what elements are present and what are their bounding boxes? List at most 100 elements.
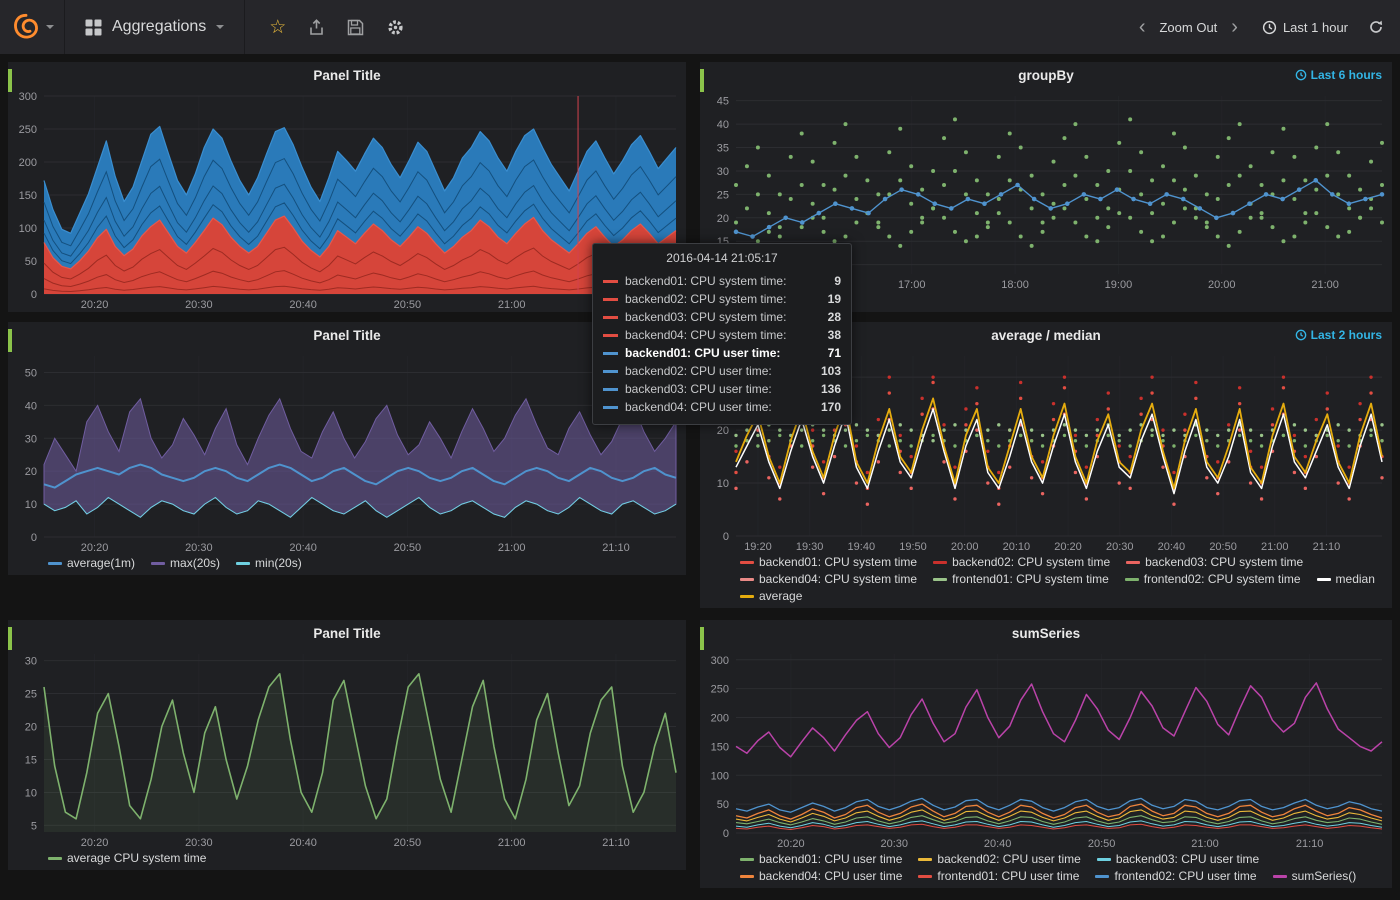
grafana-flame-icon (11, 12, 41, 42)
tooltip-row: backend03: CPU user time:136 (603, 380, 841, 398)
legend-item[interactable]: backend01: CPU user time (740, 852, 902, 866)
tooltip-row: backend04: CPU user time:170 (603, 398, 841, 416)
svg-text:19:30: 19:30 (796, 541, 824, 553)
time-controls: ‹ Zoom Out › Last 1 hour (1137, 17, 1400, 37)
legend-item[interactable]: average (740, 589, 802, 603)
legend-item[interactable]: backend02: CPU user time (918, 852, 1080, 866)
svg-text:20:20: 20:20 (777, 838, 805, 850)
svg-text:150: 150 (19, 190, 37, 202)
legend-item[interactable]: frontend01: CPU user time (918, 869, 1079, 883)
svg-text:21:00: 21:00 (1311, 279, 1339, 291)
refresh-icon (1368, 19, 1384, 35)
grafana-logo[interactable] (0, 0, 65, 54)
svg-text:20: 20 (717, 213, 729, 225)
legend-item[interactable]: backend01: CPU system time (740, 555, 917, 569)
legend-item[interactable]: frontend02: CPU user time (1095, 869, 1256, 883)
svg-text:20:00: 20:00 (951, 541, 979, 553)
share-button[interactable] (308, 19, 325, 36)
time-shift-back-button[interactable]: ‹ (1137, 17, 1148, 37)
chart-svg: 5101520253020:2020:3020:4020:5021:0021:1… (8, 646, 686, 850)
legend-item[interactable]: backend04: CPU user time (740, 869, 902, 883)
legend-item[interactable]: sumSeries() (1273, 869, 1357, 883)
time-range-label: Last 1 hour (1283, 20, 1348, 35)
svg-text:21:10: 21:10 (1313, 541, 1341, 553)
time-range-picker[interactable]: Last 1 hour (1262, 20, 1348, 35)
refresh-button[interactable] (1368, 19, 1384, 35)
series-color-dash (603, 298, 618, 301)
svg-text:20:20: 20:20 (81, 299, 109, 311)
svg-text:250: 250 (711, 684, 729, 696)
series-color-dash (603, 316, 618, 319)
graph-canvas-stacked-cpu[interactable]: 05010015020025030020:2020:3020:4020:5021… (8, 88, 686, 312)
legend-item[interactable]: average(1m) (48, 556, 135, 570)
panel-time-override-badge[interactable]: Last 6 hours (1295, 68, 1382, 82)
graph-canvas-sumseries[interactable]: 05010015020025030020:2020:3020:4020:5021… (700, 646, 1392, 851)
panel-title[interactable]: sumSeries (1012, 626, 1080, 641)
svg-text:20:40: 20:40 (289, 837, 317, 849)
panel-title[interactable]: groupBy (1018, 68, 1074, 83)
star-icon: ☆ (269, 18, 286, 37)
svg-text:35: 35 (717, 143, 729, 155)
svg-text:0: 0 (723, 531, 729, 543)
clock-icon (1295, 329, 1307, 341)
panel-time-override-badge[interactable]: Last 2 hours (1295, 328, 1382, 342)
svg-text:20:30: 20:30 (185, 299, 213, 311)
legend-item[interactable]: min(20s) (236, 556, 302, 570)
tooltip-series-label: backend04: CPU user time: (625, 398, 808, 416)
svg-text:150: 150 (711, 741, 729, 753)
panel-legend: backend01: CPU user time backend02: CPU u… (700, 851, 1392, 888)
svg-text:21:00: 21:00 (498, 542, 526, 554)
legend-item[interactable]: frontend01: CPU system time (933, 572, 1109, 586)
legend-item[interactable]: frontend02: CPU system time (1125, 572, 1301, 586)
graph-canvas-avg-cpu[interactable]: 5101520253020:2020:3020:4020:5021:0021:1… (8, 646, 686, 850)
svg-text:20:40: 20:40 (289, 299, 317, 311)
legend-item[interactable]: average CPU system time (48, 851, 206, 865)
graph-canvas-avg-max-min[interactable]: 0102030405020:2020:3020:4020:5021:0021:1… (8, 348, 686, 555)
svg-text:21:10: 21:10 (602, 542, 630, 554)
legend-series-label: sumSeries() (1292, 869, 1357, 883)
star-button[interactable]: ☆ (269, 18, 286, 37)
panel-header: Panel Title (8, 322, 686, 348)
clock-icon (1262, 20, 1277, 35)
time-shift-forward-button[interactable]: › (1229, 17, 1240, 37)
legend-series-label: min(20s) (255, 556, 302, 570)
dashboard-picker[interactable]: Aggregations (65, 0, 245, 54)
panel-title[interactable]: average / median (991, 328, 1101, 343)
legend-series-label: backend01: CPU user time (759, 852, 902, 866)
legend-series-label: backend03: CPU user time (1116, 852, 1259, 866)
panel-header: groupBy Last 6 hours (700, 62, 1392, 88)
legend-series-swatch (740, 595, 754, 598)
svg-text:200: 200 (711, 713, 729, 725)
legend-item[interactable]: backend03: CPU system time (1126, 555, 1303, 569)
zoom-out-button[interactable]: Zoom Out (1159, 20, 1217, 35)
dashboard-caret-icon (216, 25, 224, 33)
tooltip-series-label: backend01: CPU user time: (625, 344, 808, 362)
legend-item[interactable]: median (1317, 572, 1375, 586)
panel-title[interactable]: Panel Title (313, 328, 380, 343)
svg-text:18:00: 18:00 (1001, 279, 1029, 291)
svg-text:20:40: 20:40 (984, 838, 1012, 850)
legend-item[interactable]: backend02: CPU system time (933, 555, 1110, 569)
legend-item[interactable]: backend03: CPU user time (1097, 852, 1259, 866)
panel-title[interactable]: Panel Title (313, 68, 380, 83)
svg-text:200: 200 (19, 157, 37, 169)
series-color-dash (603, 280, 618, 283)
save-button[interactable] (347, 19, 364, 36)
tooltip-series-label: backend04: CPU system time: (625, 326, 808, 344)
chart-svg: 05010015020025030020:2020:3020:4020:5021… (700, 646, 1392, 851)
panel-title[interactable]: Panel Title (313, 626, 380, 641)
legend-item[interactable]: backend04: CPU system time (740, 572, 917, 586)
svg-text:30: 30 (25, 433, 37, 445)
dashboard-title: Aggregations (112, 18, 206, 36)
svg-text:20:20: 20:20 (81, 542, 109, 554)
legend-item[interactable]: max(20s) (151, 556, 220, 570)
tooltip-series-value: 28 (815, 308, 841, 326)
panel-header: sumSeries (700, 620, 1392, 646)
svg-text:50: 50 (25, 367, 37, 379)
legend-series-swatch (1097, 858, 1111, 861)
panel-time-override-label: Last 6 hours (1311, 68, 1382, 82)
settings-button[interactable] (386, 18, 405, 37)
legend-series-swatch (740, 858, 754, 861)
svg-text:20:20: 20:20 (81, 837, 109, 849)
series-color-dash (603, 352, 618, 355)
